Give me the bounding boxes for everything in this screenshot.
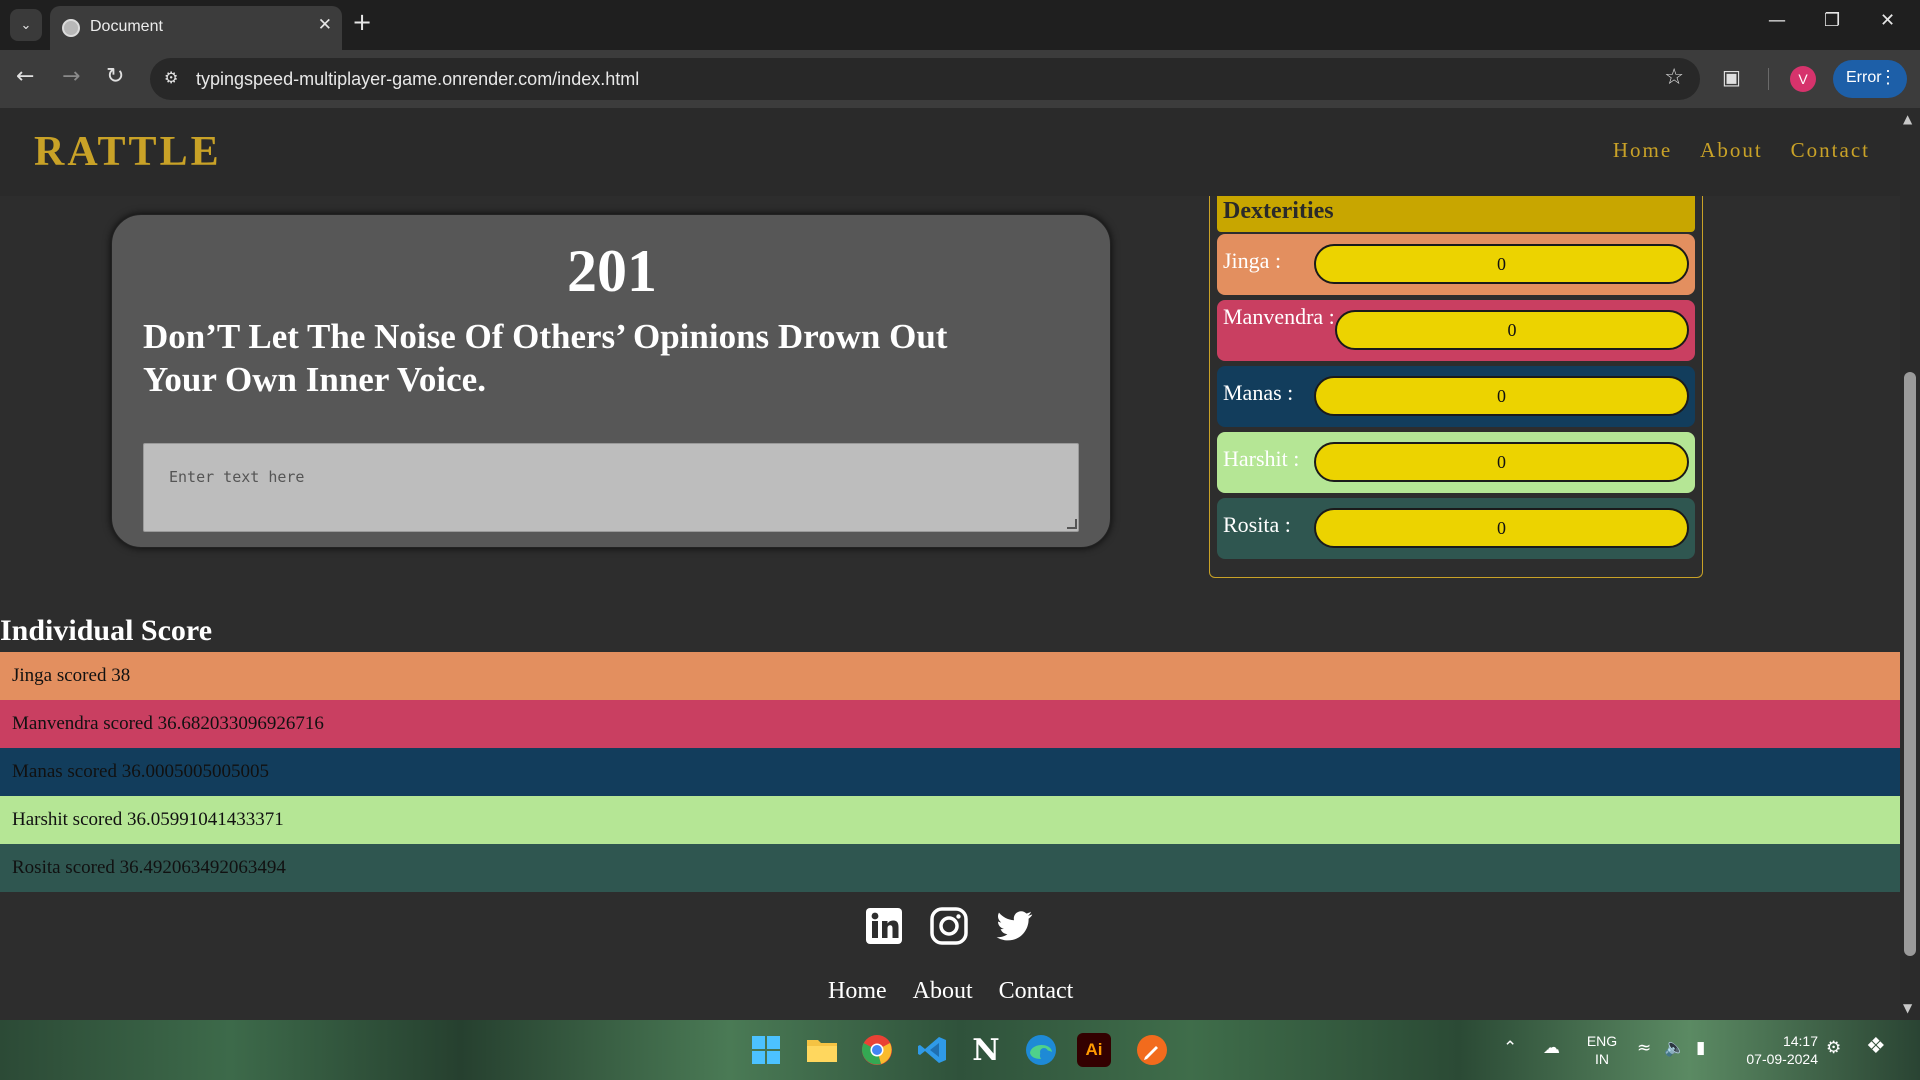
quote-text: Don’T Let The Noise Of Others’ Opinions … [143, 315, 1043, 401]
close-tab-icon[interactable]: ✕ [318, 15, 332, 35]
instagram-icon[interactable] [929, 906, 969, 946]
language-indicator[interactable]: ENG IN [1582, 1032, 1622, 1068]
score-row: Harshit scored 36.05991041433371 [0, 796, 1900, 844]
wifi-icon[interactable]: ≈ [1637, 1038, 1651, 1058]
new-tab-button[interactable]: + [352, 8, 372, 36]
score-row: Manas scored 36.0005005005005 [0, 748, 1900, 796]
dexterity-row-jinga: Jinga : 0 [1217, 234, 1695, 295]
twitter-icon[interactable] [994, 906, 1034, 946]
dexterities-panel: Dexterities Jinga : 0 Manvendra : 0 Mana… [1209, 196, 1703, 578]
bookmark-star-icon[interactable]: ☆ [1664, 65, 1684, 90]
player-name: Manas : [1223, 380, 1294, 405]
scroll-up-arrow-icon[interactable]: ▲ [1903, 112, 1912, 126]
extensions-icon[interactable]: ▣ [1722, 65, 1741, 89]
forward-button[interactable]: → [62, 64, 80, 89]
site-header: RATTLE Home About Contact [0, 108, 1900, 196]
copilot-icon[interactable]: ❖ [1866, 1034, 1886, 1059]
windows-taskbar [0, 1020, 1920, 1080]
footer-nav: Home About Contact [828, 978, 1073, 1005]
score-row: Jinga scored 38 [0, 652, 1900, 700]
linkedin-icon[interactable] [864, 906, 904, 946]
dexterity-bar: 0 [1314, 376, 1689, 416]
notion-icon[interactable]: N [966, 1030, 1006, 1070]
globe-icon [62, 19, 80, 37]
reload-button[interactable]: ↻ [106, 64, 124, 89]
dexterity-row-manvendra: Manvendra : 0 [1217, 300, 1695, 361]
dexterity-row-rosita: Rosita : 0 [1217, 498, 1695, 559]
tab-search-chevron-icon[interactable]: ⌄ [10, 9, 42, 41]
error-label: Error [1846, 69, 1882, 86]
battery-icon[interactable]: ▮ [1696, 1038, 1705, 1058]
player-name: Manvendra : [1223, 304, 1335, 329]
date-text: 07-09-2024 [1746, 1051, 1818, 1067]
more-vert-icon: ⋮ [1879, 67, 1897, 87]
resize-handle[interactable] [1067, 519, 1077, 529]
scrollbar-thumb[interactable] [1904, 372, 1916, 956]
browser-tab[interactable]: Document ✕ [50, 6, 342, 50]
dexterity-bar: 0 [1314, 442, 1689, 482]
profile-avatar[interactable]: V [1790, 66, 1816, 92]
nav-contact-link[interactable]: Contact [1791, 138, 1870, 163]
language-line: ENG [1586, 1033, 1618, 1049]
url-text[interactable]: typingspeed-multiplayer-game.onrender.co… [196, 69, 639, 90]
close-window-button[interactable]: ✕ [1880, 10, 1895, 31]
volume-icon[interactable]: 🔈 [1664, 1038, 1685, 1058]
toolbar-divider [1768, 68, 1769, 90]
individual-score-title: Individual Score [0, 614, 213, 647]
typing-card: 201 Don’T Let The Noise Of Others’ Opini… [111, 214, 1111, 548]
browser-toolbar: ← → ↻ ⚙ typingspeed-multiplayer-game.onr… [0, 50, 1920, 108]
player-name: Rosita : [1223, 512, 1291, 537]
typing-input[interactable] [143, 443, 1079, 532]
back-button[interactable]: ← [16, 64, 34, 89]
score-row: Manvendra scored 36.682033096926716 [0, 700, 1900, 748]
chrome-icon[interactable] [857, 1030, 897, 1070]
dexterity-bar: 0 [1314, 244, 1689, 284]
dexterity-row-harshit: Harshit : 0 [1217, 432, 1695, 493]
pen-tool-app-icon[interactable] [1132, 1030, 1172, 1070]
time-text: 14:17 [1782, 1033, 1818, 1049]
dexterity-bar: 0 [1335, 310, 1689, 350]
page-viewport: RATTLE Home About Contact 201 Don’T Let … [0, 108, 1900, 1020]
dexterities-title: Dexterities [1217, 196, 1695, 232]
nav-about-link[interactable]: About [1700, 138, 1763, 163]
footer-contact-link[interactable]: Contact [999, 978, 1074, 1005]
onedrive-cloud-icon[interactable]: ☁ [1543, 1038, 1560, 1058]
scroll-down-arrow-icon[interactable]: ▼ [1903, 1001, 1912, 1015]
restore-button[interactable]: ❐ [1824, 10, 1840, 31]
countdown-timer: 201 [567, 238, 657, 304]
dexterity-bar: 0 [1314, 508, 1689, 548]
edge-icon[interactable] [1021, 1030, 1061, 1070]
error-menu-button[interactable]: Error ⋮ [1833, 60, 1907, 98]
language-line: IN [1595, 1051, 1609, 1067]
footer-about-link[interactable]: About [913, 978, 973, 1005]
vscode-icon[interactable] [912, 1030, 952, 1070]
browser-tabstrip: ⌄ Document ✕ + — ❐ ✕ [0, 0, 1920, 50]
tab-title: Document [90, 18, 163, 35]
tray-overflow-chevron-icon[interactable]: ⌃ [1503, 1038, 1517, 1058]
quote-line: Your Own Inner Voice. [143, 360, 486, 399]
notification-settings-icon[interactable]: ⚙ [1826, 1038, 1841, 1058]
dexterity-row-manas: Manas : 0 [1217, 366, 1695, 427]
player-name: Jinga : [1223, 248, 1282, 273]
nav-home-link[interactable]: Home [1613, 138, 1672, 163]
score-row: Rosita scored 36.492063492063494 [0, 844, 1900, 892]
minimize-button[interactable]: — [1768, 10, 1786, 31]
quote-line: Don’T Let The Noise Of Others’ Opinions … [143, 317, 948, 356]
file-explorer-icon[interactable] [802, 1030, 842, 1070]
site-nav: Home About Contact [1613, 138, 1870, 163]
site-info-icon[interactable]: ⚙ [164, 68, 178, 87]
player-name: Harshit : [1223, 446, 1300, 471]
footer-home-link[interactable]: Home [828, 978, 887, 1005]
address-bar[interactable]: ⚙ typingspeed-multiplayer-game.onrender.… [150, 58, 1700, 100]
illustrator-icon[interactable]: Ai [1077, 1033, 1111, 1067]
clock[interactable]: 14:17 07-09-2024 [1734, 1032, 1818, 1068]
site-logo[interactable]: RATTLE [34, 128, 222, 176]
windows-start-icon[interactable] [746, 1030, 786, 1070]
